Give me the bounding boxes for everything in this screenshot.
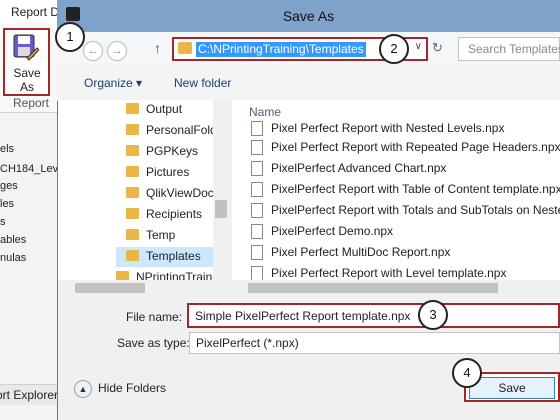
file-name-value: Simple PixelPerfect Report template.npx xyxy=(195,309,411,323)
document-icon xyxy=(251,224,263,239)
document-icon xyxy=(251,266,263,281)
tree-item-label: Templates xyxy=(146,249,201,263)
chevron-up-icon: ▲ xyxy=(74,380,92,398)
folder-icon xyxy=(126,166,139,177)
organize-label: Organize xyxy=(84,76,133,90)
folder-icon xyxy=(178,42,192,54)
document-icon xyxy=(251,203,263,218)
report-explorer-tab[interactable]: ort Explorer xyxy=(0,384,62,405)
report-explorer-label: ort Explorer xyxy=(0,388,59,402)
callout-3: 3 xyxy=(418,300,448,330)
tree-item-label: PGPKeys xyxy=(146,144,199,158)
tree-item-label: QlikViewDoc xyxy=(146,186,214,200)
dialog-title: Save As xyxy=(282,8,335,24)
tree-item-label: PersonalFold xyxy=(146,123,217,137)
file-item-label: Pixel Perfect Report with Level template… xyxy=(271,266,507,280)
chevron-down-icon: ▾ xyxy=(136,76,143,90)
file-item-label: PixelPerfect Advanced Chart.npx xyxy=(271,161,447,175)
save-as-type-select[interactable]: PixelPerfect (*.npx) xyxy=(189,332,560,354)
background-tree-item[interactable]: els xyxy=(0,143,14,155)
background-app-titlebar: Report De xyxy=(0,0,66,25)
folder-icon xyxy=(126,103,139,114)
tree-item-label: Recipients xyxy=(146,207,203,221)
background-tree-item[interactable]: nulas xyxy=(0,252,26,264)
document-icon xyxy=(251,182,263,197)
callout-1: 1 xyxy=(55,22,85,52)
callout-2: 2 xyxy=(379,34,409,64)
folder-icon xyxy=(126,208,139,219)
address-path[interactable]: C:\NPrintingTraining\Templates xyxy=(196,42,366,57)
file-item-label: PixelPerfect Demo.npx xyxy=(271,224,394,238)
file-item-label: PixelPerfect Report with Totals and SubT… xyxy=(271,203,560,217)
hide-folders-label: Hide Folders xyxy=(98,381,167,395)
search-input[interactable]: Search Templates xyxy=(458,37,560,61)
save-as-type-value: PixelPerfect (*.npx) xyxy=(196,336,299,350)
chevron-down-icon[interactable]: ∨ xyxy=(415,41,422,52)
ribbon-group-label: Report xyxy=(12,96,50,110)
folder-icon xyxy=(126,250,139,261)
search-placeholder: Search Templates xyxy=(468,42,560,56)
tree-vertical-scrollbar[interactable] xyxy=(213,100,229,280)
document-icon xyxy=(251,140,263,155)
background-tree-item[interactable]: les xyxy=(0,198,14,210)
folder-icon xyxy=(126,229,139,240)
new-folder-button[interactable]: New folder xyxy=(174,76,231,90)
tree-item-label: Temp xyxy=(146,228,176,242)
tree-scroll-thumb[interactable] xyxy=(215,200,227,218)
refresh-button[interactable]: ↻ xyxy=(432,40,448,56)
folder-icon xyxy=(126,187,139,198)
hide-folders-button[interactable]: ▲ Hide Folders xyxy=(74,379,184,399)
file-item-label: Pixel Perfect MultiDoc Report.npx xyxy=(271,245,451,259)
file-list-scroll-thumb[interactable] xyxy=(248,283,498,293)
file-item-label: Pixel Perfect Report with Nested Levels.… xyxy=(271,121,505,135)
up-button[interactable]: ↑ xyxy=(154,40,161,56)
folder-icon xyxy=(126,124,139,135)
background-tree-item[interactable]: s xyxy=(0,216,6,228)
organize-button[interactable]: Organize ▾ xyxy=(84,76,142,90)
dialog-titlebar: Save As xyxy=(57,0,560,32)
save-as-icon xyxy=(13,34,39,61)
ribbon-save-as-button[interactable]: Save As xyxy=(3,28,50,96)
file-name-input[interactable]: Simple PixelPerfect Report template.npx xyxy=(187,303,560,328)
save-button-label: Save xyxy=(469,377,555,399)
callout-4: 4 xyxy=(452,358,482,388)
tree-item-label: Pictures xyxy=(146,165,190,179)
file-item-label: PixelPerfect Report with Table of Conten… xyxy=(271,182,560,196)
file-item-label: Pixel Perfect Report with Repeated Page … xyxy=(271,140,560,154)
tree-item-label: Output xyxy=(146,102,183,116)
forward-button[interactable]: → xyxy=(107,41,127,61)
document-icon xyxy=(251,121,263,136)
save-as-type-label: Save as type: xyxy=(117,336,190,350)
back-button[interactable]: ← xyxy=(83,41,103,61)
tree-hscroll-thumb[interactable] xyxy=(75,283,145,293)
background-tree-item[interactable]: ables xyxy=(0,234,26,246)
background-tree-item[interactable]: CH184_Leve xyxy=(0,163,64,175)
app-icon xyxy=(66,7,80,21)
ribbon-save-as-label: Save As xyxy=(13,66,41,94)
document-icon xyxy=(251,161,263,176)
column-header-name[interactable]: Name xyxy=(249,105,281,119)
document-icon xyxy=(251,245,263,260)
folder-icon xyxy=(126,145,139,156)
background-tree-item[interactable]: ges xyxy=(0,180,18,192)
file-name-label: File name: xyxy=(126,310,183,324)
